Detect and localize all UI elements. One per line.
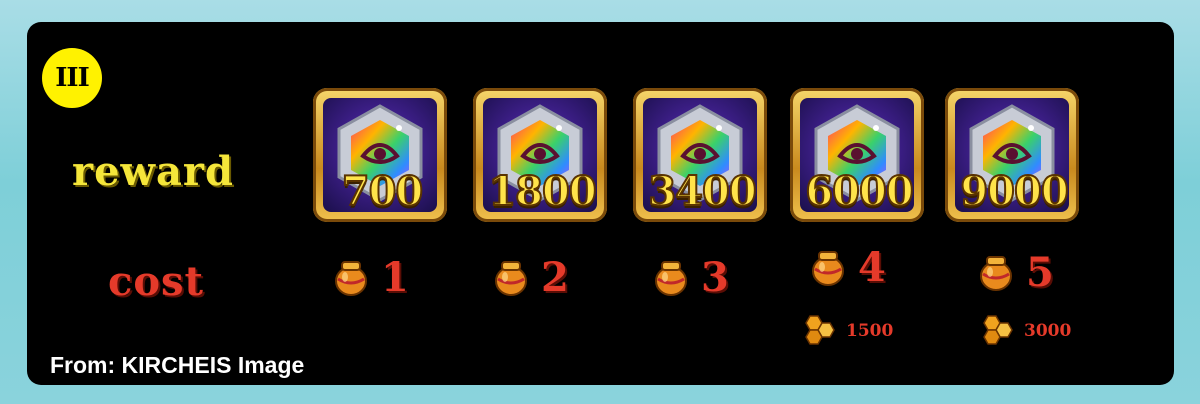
cost-value: 3 bbox=[701, 253, 729, 301]
cost-row-label: cost bbox=[108, 258, 205, 305]
cost-value: 4 bbox=[858, 243, 886, 291]
reward-item-4[interactable]: 6000 bbox=[790, 88, 928, 228]
reward-value: 700 bbox=[341, 167, 425, 216]
jar-icon bbox=[812, 251, 844, 286]
cost-item-5: 5 bbox=[978, 248, 1054, 296]
cost-item-3: 3 bbox=[653, 253, 729, 301]
extra-cost-value: 1500 bbox=[846, 321, 894, 341]
reward-value: 9000 bbox=[959, 167, 1069, 216]
reward-item-1[interactable]: 700 bbox=[313, 88, 451, 228]
cost-item-1: 1 bbox=[333, 253, 409, 301]
honeycomb-icon bbox=[983, 315, 1013, 345]
reward-item-2[interactable]: 1800 bbox=[473, 88, 611, 228]
cost-item-2: 2 bbox=[493, 253, 569, 301]
extra-cost-item-4: 1500 bbox=[800, 314, 893, 348]
reward-value: 3400 bbox=[647, 167, 757, 216]
tier-badge: III bbox=[42, 48, 102, 108]
jar-icon bbox=[980, 256, 1012, 291]
extra-cost-value: 3000 bbox=[1024, 321, 1072, 341]
reward-value: 1800 bbox=[487, 167, 597, 216]
source-caption: From: KIRCHEIS Image bbox=[50, 352, 305, 378]
cost-value: 5 bbox=[1026, 248, 1054, 296]
reward-item-5[interactable]: 9000 bbox=[945, 88, 1083, 228]
reward-item-3[interactable]: 3400 bbox=[633, 88, 771, 228]
reward-value: 6000 bbox=[804, 167, 914, 216]
jar-icon bbox=[335, 261, 367, 296]
cost-value: 2 bbox=[541, 253, 569, 301]
jar-icon bbox=[655, 261, 687, 296]
extra-cost-item-5: 3000 bbox=[978, 314, 1071, 348]
honeycomb-icon bbox=[805, 315, 835, 345]
reward-row-label: reward bbox=[72, 148, 234, 195]
jar-icon bbox=[495, 261, 527, 296]
cost-value: 1 bbox=[381, 253, 409, 301]
cost-item-4: 4 bbox=[810, 243, 886, 291]
